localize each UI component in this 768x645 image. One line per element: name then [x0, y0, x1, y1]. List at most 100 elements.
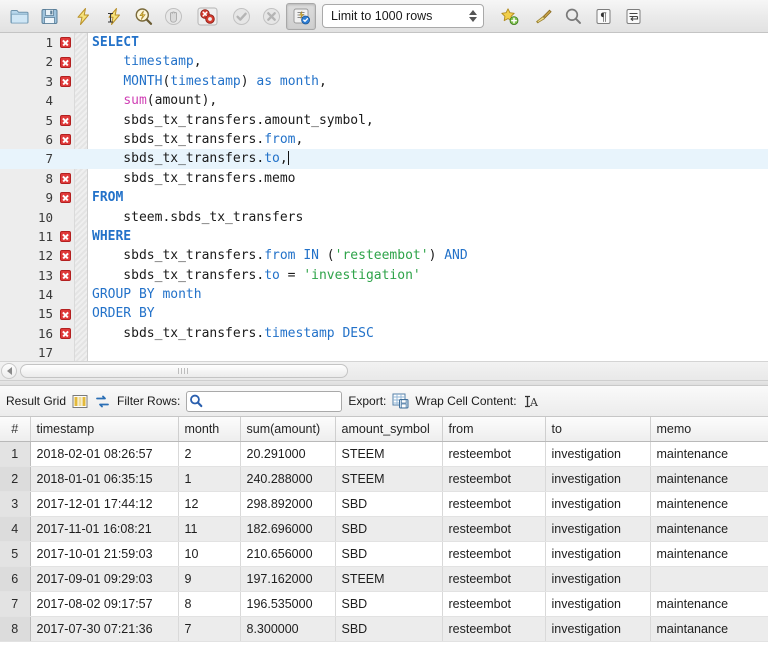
code-line[interactable]: 7 sbds_tx_transfers.to, — [0, 149, 768, 169]
error-marker-icon[interactable] — [56, 192, 74, 204]
table-cell[interactable]: 12 — [178, 491, 241, 517]
toggle-wrapping-button[interactable] — [618, 3, 648, 30]
table-row[interactable]: 3 2017-12-01 17:44:12 12 298.892000 SBD reste… — [0, 491, 768, 517]
error-marker-icon[interactable] — [56, 37, 74, 49]
table-cell[interactable]: investigation — [545, 616, 651, 642]
table-cell[interactable]: maintenance — [650, 541, 768, 567]
row-number-cell[interactable]: 8 — [0, 616, 31, 642]
code-line[interactable]: 17 — [0, 343, 768, 361]
code-line[interactable]: 10 steem.sbds_tx_transfers — [0, 208, 768, 227]
table-cell[interactable]: investigation — [545, 516, 651, 542]
table-cell[interactable]: maintenance — [650, 591, 768, 617]
table-cell[interactable] — [650, 566, 768, 592]
execute-current-statement-button[interactable] — [98, 3, 128, 30]
error-marker-icon[interactable] — [56, 75, 74, 87]
table-cell[interactable]: 8.300000 — [240, 616, 336, 642]
table-cell[interactable]: SBD — [335, 591, 443, 617]
beautify-query-button[interactable] — [528, 3, 558, 30]
table-cell[interactable]: 11 — [178, 516, 241, 542]
spinner-up-icon[interactable] — [469, 10, 477, 15]
code-line[interactable]: 4 sum(amount), — [0, 91, 768, 110]
column-header[interactable]: timestamp — [30, 417, 179, 442]
table-cell[interactable]: 9 — [178, 566, 241, 592]
table-cell[interactable]: 2017-07-30 07:21:36 — [30, 616, 179, 642]
column-header[interactable]: from — [442, 417, 546, 442]
table-cell[interactable]: SBD — [335, 616, 443, 642]
table-cell[interactable]: maintenance — [650, 516, 768, 542]
row-number-cell[interactable]: 7 — [0, 591, 31, 617]
table-cell[interactable]: 7 — [178, 616, 241, 642]
filter-rows-input[interactable] — [203, 392, 342, 410]
table-cell[interactable]: investigation — [545, 441, 651, 467]
table-cell[interactable]: 196.535000 — [240, 591, 336, 617]
table-cell[interactable]: STEEM — [335, 466, 443, 492]
code-line[interactable]: 3 MONTH(timestamp) as month, — [0, 72, 768, 91]
table-cell[interactable]: 2017-09-01 09:29:03 — [30, 566, 179, 592]
rollback-button[interactable] — [256, 3, 286, 30]
table-cell[interactable]: investigation — [545, 541, 651, 567]
row-number-cell[interactable]: 5 — [0, 541, 31, 567]
scrollbar-thumb[interactable] — [20, 364, 348, 378]
table-row[interactable]: 2 2018-01-01 06:35:15 1 240.288000 STEEM rest… — [0, 466, 768, 492]
error-marker-icon[interactable] — [56, 308, 74, 320]
table-cell[interactable]: 2017-11-01 16:08:21 — [30, 516, 179, 542]
table-cell[interactable]: 197.162000 — [240, 566, 336, 592]
error-marker-icon[interactable] — [56, 134, 74, 146]
table-cell[interactable]: maintenance — [650, 466, 768, 492]
row-limit-select[interactable]: Limit to 1000 rows — [322, 4, 484, 28]
table-cell[interactable]: 8 — [178, 591, 241, 617]
table-cell[interactable]: 2017-08-02 09:17:57 — [30, 591, 179, 617]
table-cell[interactable]: STEEM — [335, 441, 443, 467]
error-marker-icon[interactable] — [56, 269, 74, 281]
table-cell[interactable]: 210.656000 — [240, 541, 336, 567]
table-cell[interactable]: 2 — [178, 441, 241, 467]
code-line[interactable]: 11 WHERE — [0, 227, 768, 246]
column-header[interactable]: amount_symbol — [335, 417, 443, 442]
commit-button[interactable] — [226, 3, 256, 30]
table-cell[interactable]: resteembot — [442, 566, 546, 592]
error-marker-icon[interactable] — [56, 328, 74, 340]
table-cell[interactable]: investigation — [545, 491, 651, 517]
error-marker-icon[interactable] — [56, 172, 74, 184]
column-header[interactable]: memo — [650, 417, 768, 442]
table-cell[interactable]: 2018-01-01 06:35:15 — [30, 466, 179, 492]
table-row[interactable]: 5 2017-10-01 21:59:03 10 210.656000 SBD reste… — [0, 541, 768, 567]
table-cell[interactable]: resteembot — [442, 466, 546, 492]
code-line[interactable]: 6 sbds_tx_transfers.from, — [0, 130, 768, 149]
table-cell[interactable]: resteembot — [442, 516, 546, 542]
table-row[interactable]: 7 2017-08-02 09:17:57 8 196.535000 SBD restee… — [0, 591, 768, 617]
toggle-autocommit-button[interactable] — [286, 2, 316, 30]
code-line[interactable]: 1 SELECT — [0, 33, 768, 52]
table-cell[interactable]: 2018-02-01 08:26:57 — [30, 441, 179, 467]
column-header[interactable]: sum(amount) — [240, 417, 336, 442]
table-cell[interactable]: SBD — [335, 541, 443, 567]
explain-query-button[interactable] — [128, 3, 158, 30]
error-marker-icon[interactable] — [56, 250, 74, 262]
code-line[interactable]: 8 sbds_tx_transfers.memo — [0, 169, 768, 188]
table-cell[interactable]: 240.288000 — [240, 466, 336, 492]
table-cell[interactable]: 2017-10-01 21:59:03 — [30, 541, 179, 567]
open-sql-file-button[interactable] — [4, 3, 34, 30]
save-sql-file-button[interactable] — [34, 3, 64, 30]
row-number-cell[interactable]: 4 — [0, 516, 31, 542]
row-limit-spinner[interactable] — [465, 5, 481, 27]
table-cell[interactable]: investigation — [545, 591, 651, 617]
table-row[interactable]: 1 2018-02-01 08:26:57 2 20.291000 STEEM reste… — [0, 441, 768, 467]
code-line[interactable]: 15 ORDER BY — [0, 304, 768, 323]
table-cell[interactable]: resteembot — [442, 491, 546, 517]
column-header[interactable]: to — [545, 417, 651, 442]
table-cell[interactable]: 2017-12-01 17:44:12 — [30, 491, 179, 517]
column-header[interactable]: month — [178, 417, 241, 442]
result-grid[interactable]: # timestamp month sum(amount) amount_symbol f… — [0, 417, 768, 645]
table-cell[interactable]: maintenence — [650, 491, 768, 517]
code-line[interactable]: 2 timestamp, — [0, 52, 768, 71]
code-line[interactable]: 9 FROM — [0, 188, 768, 207]
spinner-down-icon[interactable] — [469, 17, 477, 22]
table-cell[interactable]: 10 — [178, 541, 241, 567]
code-line[interactable]: 5 sbds_tx_transfers.amount_symbol, — [0, 111, 768, 130]
row-number-cell[interactable]: 6 — [0, 566, 31, 592]
scroll-left-button[interactable] — [1, 363, 17, 379]
find-button[interactable] — [558, 3, 588, 30]
error-marker-icon[interactable] — [56, 114, 74, 126]
save-snippet-button[interactable] — [494, 3, 524, 30]
